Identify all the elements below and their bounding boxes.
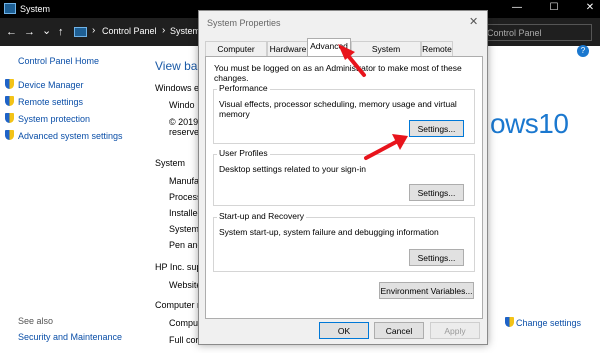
help-icon[interactable]: ?: [577, 45, 589, 57]
tab-system-protection[interactable]: System Protection: [351, 41, 421, 64]
tab-advanced[interactable]: Advanced: [307, 38, 351, 57]
admin-note: You must be logged on as an Administrato…: [214, 63, 462, 83]
shield-icon: [5, 96, 14, 106]
windows-edition-label: Windows ed: [155, 83, 205, 93]
shield-icon: [505, 317, 514, 327]
computer-row: Full cor: [169, 335, 199, 345]
user-profiles-settings-button[interactable]: Settings...: [409, 184, 464, 201]
page-heading: View bas: [155, 59, 204, 73]
user-profiles-label: User Profiles: [217, 148, 270, 158]
change-settings-link[interactable]: Change settings: [516, 318, 581, 328]
forward-arrow-icon[interactable]: →: [24, 26, 35, 38]
remote-settings-link[interactable]: Remote settings: [18, 97, 83, 107]
tab-remote[interactable]: Remote: [421, 41, 453, 56]
startup-settings-button[interactable]: Settings...: [409, 249, 464, 266]
shield-icon: [5, 130, 14, 140]
performance-desc: Visual effects, processor scheduling, me…: [219, 99, 457, 119]
breadcrumb-separator-icon: ›: [162, 25, 166, 36]
cancel-button[interactable]: Cancel: [374, 322, 424, 339]
device-manager-link[interactable]: Device Manager: [18, 80, 84, 90]
see-also-label: See also: [18, 316, 54, 326]
advanced-tab-panel: You must be logged on as an Administrato…: [205, 56, 483, 319]
windows10-logo: ows10: [490, 108, 569, 139]
ok-button[interactable]: OK: [319, 322, 369, 339]
left-pane: Control Panel Home Device Manager Remote…: [0, 46, 150, 353]
chevron-down-icon[interactable]: ⌄: [42, 24, 51, 37]
system-properties-dialog: System Properties ✕ Computer Name Hardwa…: [198, 10, 488, 345]
environment-variables-button[interactable]: Environment Variables...: [379, 282, 474, 299]
control-panel-icon: [74, 27, 87, 37]
startup-recovery-label: Start-up and Recovery: [217, 211, 307, 221]
performance-label: Performance: [217, 83, 270, 93]
back-arrow-icon[interactable]: ←: [6, 26, 17, 38]
system-section-label: System: [155, 158, 186, 168]
search-input[interactable]: Control Panel: [480, 24, 592, 41]
minimize-button[interactable]: —: [510, 2, 524, 13]
dialog-close-icon[interactable]: ✕: [469, 15, 478, 28]
advanced-system-settings-link[interactable]: Advanced system settings: [18, 131, 123, 141]
system-row: System: [169, 224, 200, 234]
copyright-text: © 2019: [169, 117, 199, 127]
tab-computer-name[interactable]: Computer Name: [205, 41, 267, 64]
computer-name-label: Computer n: [155, 300, 203, 310]
shield-icon: [5, 113, 14, 123]
dialog-title: System Properties: [207, 18, 281, 28]
shield-icon: [5, 79, 14, 89]
up-arrow-icon[interactable]: ↑: [58, 26, 64, 38]
system-window-icon: [4, 3, 16, 14]
performance-settings-button[interactable]: Settings...: [409, 120, 464, 137]
system-row: Process: [169, 192, 202, 202]
maximize-button[interactable]: ☐: [547, 2, 561, 13]
breadcrumb-control-panel[interactable]: Control Panel: [102, 26, 157, 36]
user-profiles-desc: Desktop settings related to your sign-in: [219, 164, 366, 174]
window-title: System: [20, 4, 51, 14]
computer-row: Comput: [169, 318, 201, 328]
security-maintenance-link[interactable]: Security and Maintenance: [18, 332, 122, 342]
system-protection-link[interactable]: System protection: [18, 114, 90, 124]
startup-recovery-desc: System start-up, system failure and debu…: [219, 227, 439, 237]
apply-button: Apply: [430, 322, 480, 339]
control-panel-home-link[interactable]: Control Panel Home: [18, 56, 99, 66]
breadcrumb-separator-icon: ›: [92, 25, 96, 36]
close-window-button[interactable]: ✕: [583, 2, 597, 13]
system-row: Manufa: [169, 176, 200, 186]
windows-version-text: Windo: [169, 100, 195, 110]
hp-support-label: HP Inc. sup: [155, 262, 202, 272]
website-row: Website: [169, 280, 202, 290]
tab-hardware[interactable]: Hardware: [267, 41, 309, 56]
